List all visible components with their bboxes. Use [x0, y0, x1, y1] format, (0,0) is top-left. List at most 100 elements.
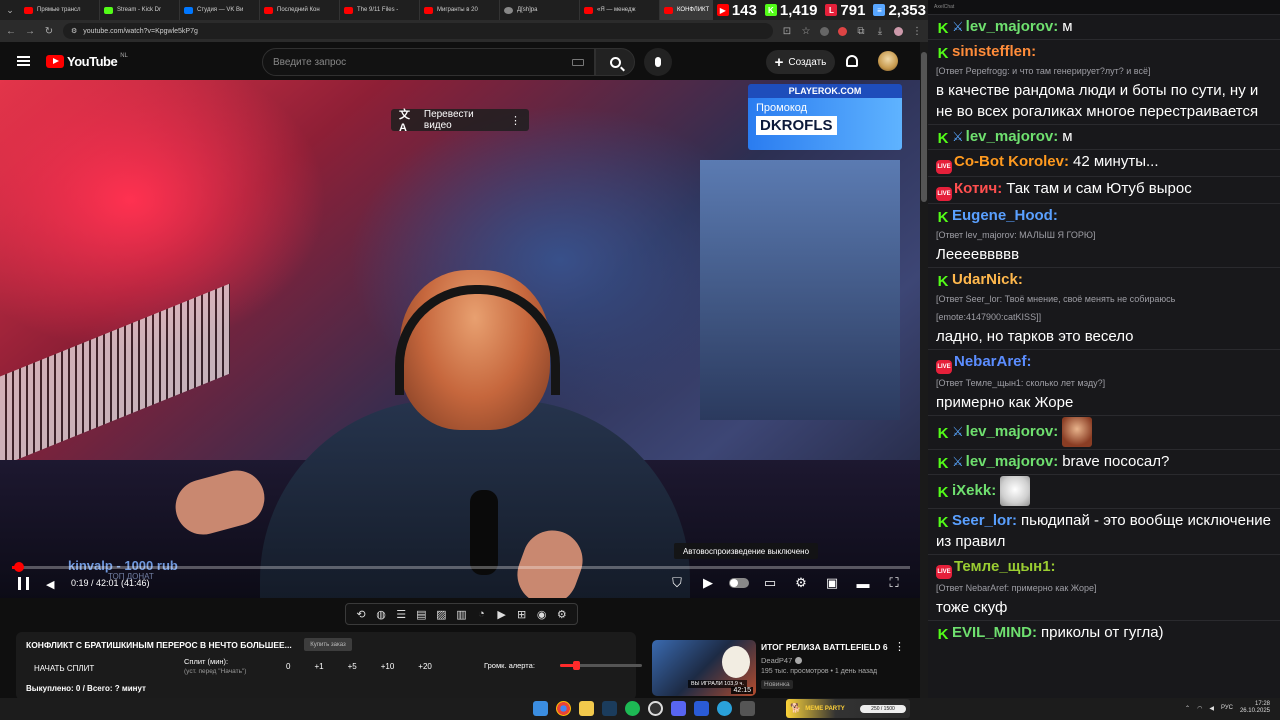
tab-search-icon[interactable]: ⌄: [0, 0, 20, 20]
extensions-puzzle-icon[interactable]: ⧉: [856, 26, 866, 37]
chat-username[interactable]: iXekk:: [952, 482, 996, 499]
install-icon[interactable]: ⊡: [782, 26, 792, 37]
split-add-5-button[interactable]: +5: [348, 662, 357, 671]
chrome-icon[interactable]: [556, 701, 571, 716]
settings-gear-icon[interactable]: ⚙: [791, 573, 811, 593]
loop-icon[interactable]: ⟲: [353, 608, 369, 621]
scrubber-handle[interactable]: [13, 562, 24, 572]
chat-username[interactable]: NebarAref:: [954, 353, 1032, 370]
miniplayer-icon[interactable]: ▣: [822, 573, 842, 593]
browser-menu-icon[interactable]: ⋮: [912, 26, 922, 37]
keyboard-icon[interactable]: [572, 58, 584, 66]
chat-username[interactable]: Seer_lor:: [952, 512, 1017, 529]
buy-order-button[interactable]: Купить заказ: [304, 638, 352, 651]
video-player[interactable]: [0, 80, 920, 598]
promo-banner[interactable]: PLAYEROK.COM Промокод DKROFLS: [748, 84, 902, 150]
pause-icon[interactable]: [18, 577, 29, 590]
volume-icon[interactable]: ◀: [46, 578, 54, 591]
film-strip-icon[interactable]: ▥: [453, 608, 469, 621]
scrollbar-thumb[interactable]: [921, 52, 927, 202]
autoplay-toggle[interactable]: [729, 573, 749, 593]
chat-username[interactable]: lev_majorov:: [966, 18, 1059, 35]
split-add-1-button[interactable]: +1: [314, 662, 323, 671]
browser-tab[interactable]: «Я — менедж: [580, 0, 660, 20]
chat-username[interactable]: lev_majorov:: [966, 423, 1059, 440]
split-add-10-button[interactable]: +10: [381, 662, 395, 671]
chat-username[interactable]: Темле_щын1:: [954, 558, 1056, 575]
image-icon[interactable]: ▨: [433, 608, 449, 621]
settings-gear-icon[interactable]: ⚙: [554, 608, 570, 621]
clock[interactable]: 17:28 26.10.2025: [1240, 701, 1270, 715]
translate-video-button[interactable]: 文A Перевести видео ⋮: [391, 109, 529, 134]
chat-username[interactable]: EVIL_MIND:: [952, 624, 1037, 641]
youtube-logo[interactable]: YouTube NL: [46, 53, 128, 69]
search-button[interactable]: [595, 48, 635, 76]
video-thumbnail[interactable]: ВЫ ИГРАЛИ 103,9 ч. 42:15: [652, 640, 756, 696]
chat-username[interactable]: sinistefflen:: [952, 43, 1036, 60]
more-options-icon[interactable]: ⋮: [510, 114, 521, 127]
forward-icon[interactable]: →: [25, 26, 35, 37]
chat-username[interactable]: UdarNick:: [952, 271, 1023, 288]
theater-mode-icon[interactable]: ▬: [853, 573, 873, 593]
screenshot-camera-icon[interactable]: ◉: [534, 608, 550, 621]
browser-tab[interactable]: Мигранты в 20: [420, 0, 500, 20]
more-options-icon[interactable]: ⋮: [894, 640, 905, 653]
speedometer-icon[interactable]: ◔: [474, 608, 490, 620]
url-field[interactable]: ⚙ youtube.com/watch?v=Kpgwle5kP7g: [63, 23, 773, 39]
spotify-icon[interactable]: [625, 701, 640, 716]
progress-bar[interactable]: [12, 566, 910, 569]
chat-username[interactable]: Котич:: [954, 180, 1002, 197]
notifications-bell-icon[interactable]: [846, 55, 858, 67]
profile-icon[interactable]: [894, 26, 903, 36]
steam-icon[interactable]: [602, 701, 617, 716]
discord-icon[interactable]: [671, 701, 686, 716]
browser-tab[interactable]: Последний Кон: [260, 0, 340, 20]
site-info-icon[interactable]: ⚙: [71, 27, 77, 35]
avatar[interactable]: [878, 51, 898, 71]
telegram-icon[interactable]: [717, 701, 732, 716]
speaker-icon[interactable]: ◀: [1209, 705, 1214, 712]
obs-icon[interactable]: [648, 701, 663, 716]
menu-icon[interactable]: [17, 56, 30, 66]
browser-tab[interactable]: The 9/11 Files -: [340, 0, 420, 20]
clapper-icon[interactable]: ▤: [413, 608, 429, 621]
play-shield-icon[interactable]: ▶: [698, 573, 718, 593]
page-scrollbar[interactable]: [920, 42, 928, 698]
fullscreen-icon[interactable]: ⛶: [884, 573, 904, 593]
chat-username[interactable]: Co-Bot Korolev:: [954, 153, 1069, 170]
shield-extension-icon[interactable]: ⛉: [667, 573, 687, 593]
reload-icon[interactable]: ↻: [44, 26, 54, 37]
windows-start-icon[interactable]: [533, 701, 548, 716]
recommended-title[interactable]: ИТОГ РЕЛИЗА BATTLEFIELD 6: [761, 642, 888, 652]
browser-tab[interactable]: Д[sh]ра: [500, 0, 580, 20]
alert-volume-slider[interactable]: [560, 661, 642, 670]
extension-icon[interactable]: [838, 26, 847, 36]
chat-username[interactable]: Eugene_Hood:: [952, 207, 1058, 224]
split-add-20-button[interactable]: +20: [418, 662, 432, 671]
bookmark-star-icon[interactable]: ☆: [801, 26, 811, 37]
voice-search-button[interactable]: [644, 48, 672, 76]
create-button[interactable]: + Создать: [766, 50, 835, 74]
chat-username[interactable]: lev_majorov:: [966, 128, 1059, 145]
file-explorer-icon[interactable]: [579, 701, 594, 716]
start-split-button[interactable]: НАЧАТЬ СПЛИТ: [34, 660, 124, 676]
language-indicator[interactable]: РУС: [1221, 705, 1233, 711]
youtube-shortcut-icon[interactable]: ▶: [494, 608, 510, 621]
search-input[interactable]: Введите запрос: [262, 48, 595, 76]
tray-chevron-icon[interactable]: ⌃: [1185, 705, 1190, 712]
download-icon[interactable]: ⤓: [875, 26, 885, 37]
chat-username[interactable]: lev_majorov:: [966, 453, 1059, 470]
browser-tab[interactable]: Студия — VK Ви: [180, 0, 260, 20]
browser-tab[interactable]: Прямые трансл: [20, 0, 100, 20]
audio-waves-icon[interactable]: ◍: [373, 608, 389, 621]
media-player-icon[interactable]: [694, 701, 709, 716]
wifi-icon[interactable]: ◠: [1197, 705, 1202, 712]
slider-knob[interactable]: [573, 661, 581, 670]
meme-party-widget[interactable]: 🐕 MEME PARTY 250 / 1500: [786, 699, 910, 718]
channel-name[interactable]: DeadP47: [761, 656, 803, 665]
add-icon[interactable]: ⊞: [514, 608, 530, 621]
extension-icon[interactable]: [820, 26, 829, 36]
back-icon[interactable]: ←: [6, 26, 16, 37]
playlist-icon[interactable]: ☰: [393, 608, 409, 621]
app-icon[interactable]: [740, 701, 755, 716]
